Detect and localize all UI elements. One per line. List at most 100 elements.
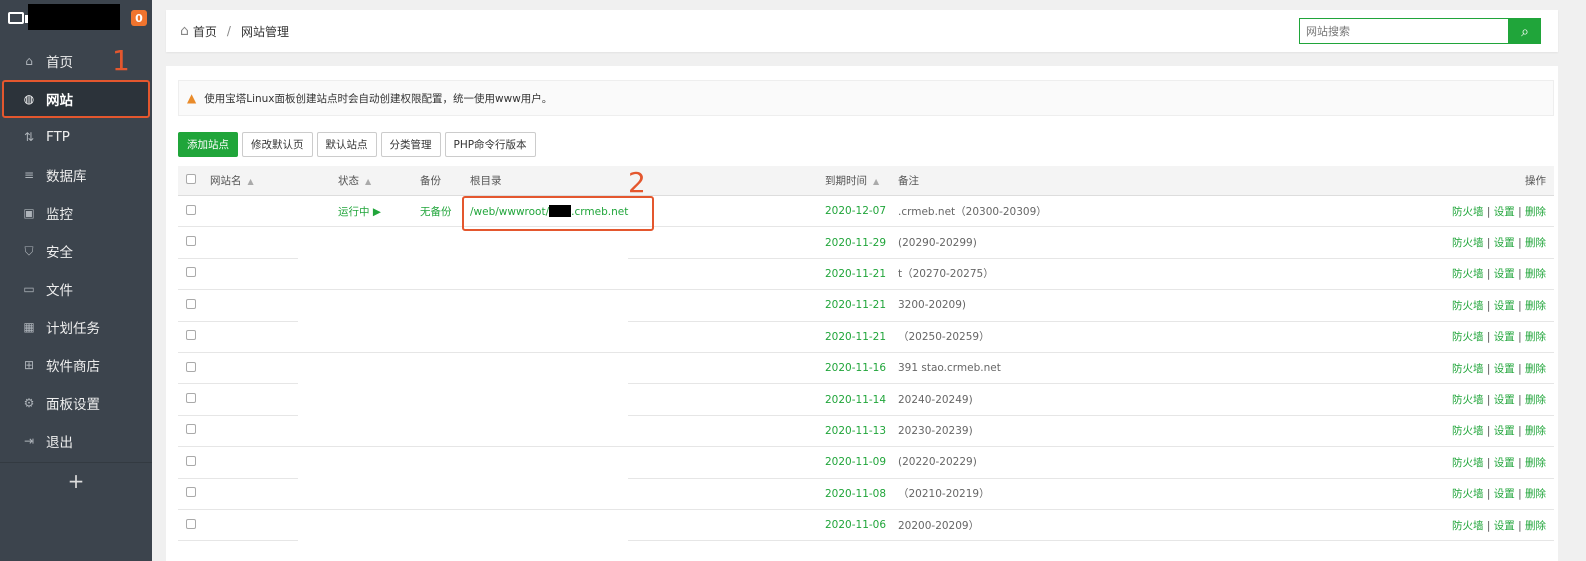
row-checkbox[interactable]	[186, 330, 196, 343]
sidebar-item-logout[interactable]: ⇥ 退出	[0, 422, 152, 460]
site-note[interactable]: （20210-20219）	[898, 486, 990, 501]
ops-separator: |	[1486, 488, 1491, 501]
settings-link[interactable]: 设置	[1494, 237, 1515, 249]
delete-link[interactable]: 删除	[1525, 363, 1546, 375]
delete-link[interactable]: 删除	[1525, 300, 1546, 312]
settings-link[interactable]: 设置	[1494, 206, 1515, 218]
row-checkbox[interactable]	[186, 518, 196, 532]
sidebar-item-cron[interactable]: ▦ 计划任务	[0, 308, 152, 346]
settings-link[interactable]: 设置	[1494, 520, 1515, 532]
add-shortcut-button[interactable]: +	[0, 462, 152, 498]
expire-date[interactable]: 2020-11-14	[825, 394, 886, 406]
firewall-link[interactable]: 防火墙	[1452, 457, 1484, 469]
modify-default-page-button[interactable]: 修改默认页	[242, 132, 313, 157]
sidebar-item-monitor[interactable]: ▣ 监控	[0, 194, 152, 232]
row-checkbox[interactable]	[186, 267, 196, 280]
site-note[interactable]: 20230-20239)	[898, 425, 973, 437]
firewall-link[interactable]: 防火墙	[1452, 488, 1484, 500]
settings-link[interactable]: 设置	[1494, 268, 1515, 280]
ops-separator: |	[1518, 425, 1522, 438]
default-site-button[interactable]: 默认站点	[316, 132, 377, 157]
site-note[interactable]: 20240-20249)	[898, 394, 973, 406]
site-note[interactable]: 3200-20209)	[898, 299, 966, 311]
expire-date[interactable]: 2020-11-21	[825, 331, 886, 343]
site-note[interactable]: (20220-20229)	[898, 456, 977, 468]
settings-link[interactable]: 设置	[1494, 425, 1515, 437]
row-checkbox[interactable]	[186, 393, 196, 406]
firewall-link[interactable]: 防火墙	[1452, 300, 1484, 312]
sidebar-item-website[interactable]: ◍ 网站	[2, 80, 150, 118]
row-checkbox[interactable]	[186, 298, 196, 312]
expire-date[interactable]: 2020-11-08	[825, 488, 886, 500]
status-running[interactable]: 运行中 ▶	[338, 204, 381, 219]
select-all-checkbox[interactable]	[186, 174, 196, 187]
settings-link[interactable]: 设置	[1494, 457, 1515, 469]
site-note[interactable]: （20250-20259）	[898, 329, 990, 344]
expire-date[interactable]: 2020-12-07	[825, 205, 886, 217]
delete-link[interactable]: 删除	[1525, 268, 1546, 280]
delete-link[interactable]: 删除	[1525, 520, 1546, 532]
php-cli-version-button[interactable]: PHP命令行版本	[444, 132, 536, 157]
header-expire[interactable]: 到期时间 ▲	[825, 173, 879, 188]
row-checkbox[interactable]	[186, 204, 196, 218]
expire-date[interactable]: 2020-11-16	[825, 362, 886, 374]
firewall-link[interactable]: 防火墙	[1452, 206, 1484, 218]
firewall-link[interactable]: 防火墙	[1452, 363, 1484, 375]
site-note[interactable]: (20290-20299)	[898, 237, 977, 249]
notification-badge[interactable]: 0	[131, 10, 147, 26]
row-checkbox[interactable]	[186, 424, 196, 437]
settings-link[interactable]: 设置	[1494, 300, 1515, 312]
sidebar-item-files[interactable]: ▭ 文件	[0, 270, 152, 308]
delete-link[interactable]: 删除	[1525, 394, 1546, 406]
expire-date[interactable]: 2020-11-21	[825, 299, 886, 311]
site-note[interactable]: 20200-20209）	[898, 518, 979, 533]
delete-link[interactable]: 删除	[1525, 425, 1546, 437]
delete-link[interactable]: 删除	[1525, 331, 1546, 343]
search-input[interactable]	[1299, 18, 1509, 44]
settings-link[interactable]: 设置	[1494, 331, 1515, 343]
settings-link[interactable]: 设置	[1494, 363, 1515, 375]
header-status[interactable]: 状态 ▲	[338, 173, 371, 188]
sidebar-item-security[interactable]: ⛉ 安全	[0, 232, 152, 270]
home-icon[interactable]: ⌂	[180, 23, 189, 39]
firewall-link[interactable]: 防火墙	[1452, 237, 1484, 249]
firewall-link[interactable]: 防火墙	[1452, 520, 1484, 532]
breadcrumb-home[interactable]: 首页	[193, 23, 217, 40]
header-site-name[interactable]: 网站名 ▲	[210, 173, 254, 188]
category-manage-button[interactable]: 分类管理	[380, 132, 441, 157]
delete-link[interactable]: 删除	[1525, 237, 1546, 249]
sidebar-item-database[interactable]: ≡ 数据库	[0, 156, 152, 194]
firewall-link[interactable]: 防火墙	[1452, 268, 1484, 280]
row-checkbox[interactable]	[186, 487, 196, 500]
site-note[interactable]: 391 stao.crmeb.net	[898, 362, 1001, 374]
row-actions: 防火墙 | 设置 | 删除	[1452, 518, 1546, 533]
add-site-button[interactable]: 添加站点	[178, 132, 238, 157]
settings-link[interactable]: 设置	[1494, 394, 1515, 406]
firewall-link[interactable]: 防火墙	[1452, 425, 1484, 437]
sidebar-item-settings[interactable]: ⚙ 面板设置	[0, 384, 152, 422]
delete-link[interactable]: 删除	[1525, 488, 1546, 500]
delete-link[interactable]: 删除	[1525, 206, 1546, 218]
expire-date[interactable]: 2020-11-29	[825, 237, 886, 249]
delete-link[interactable]: 删除	[1525, 457, 1546, 469]
site-note[interactable]: .crmeb.net（20300-20309）	[898, 204, 1047, 219]
expire-date[interactable]: 2020-11-13	[825, 425, 886, 437]
settings-link[interactable]: 设置	[1494, 488, 1515, 500]
header-backup: 备份	[420, 175, 441, 187]
firewall-link[interactable]: 防火墙	[1452, 331, 1484, 343]
row-checkbox[interactable]	[186, 361, 196, 375]
expire-date[interactable]: 2020-11-21	[825, 268, 886, 280]
sidebar-item-ftp[interactable]: ⇅ FTP	[0, 118, 152, 156]
monitor-logo-icon	[8, 12, 28, 24]
search-button[interactable]: ⌕	[1509, 18, 1541, 44]
expire-date[interactable]: 2020-11-09	[825, 456, 886, 468]
ops-separator: |	[1486, 394, 1491, 407]
sidebar-item-store[interactable]: ⊞ 软件商店	[0, 346, 152, 384]
expire-date[interactable]: 2020-11-06	[825, 519, 886, 531]
ops-separator: |	[1518, 519, 1522, 532]
row-checkbox[interactable]	[186, 236, 196, 249]
firewall-link[interactable]: 防火墙	[1452, 394, 1484, 406]
site-note[interactable]: t（20270-20275）	[898, 266, 994, 281]
backup-status[interactable]: 无备份	[420, 204, 452, 219]
row-checkbox[interactable]	[186, 455, 196, 469]
